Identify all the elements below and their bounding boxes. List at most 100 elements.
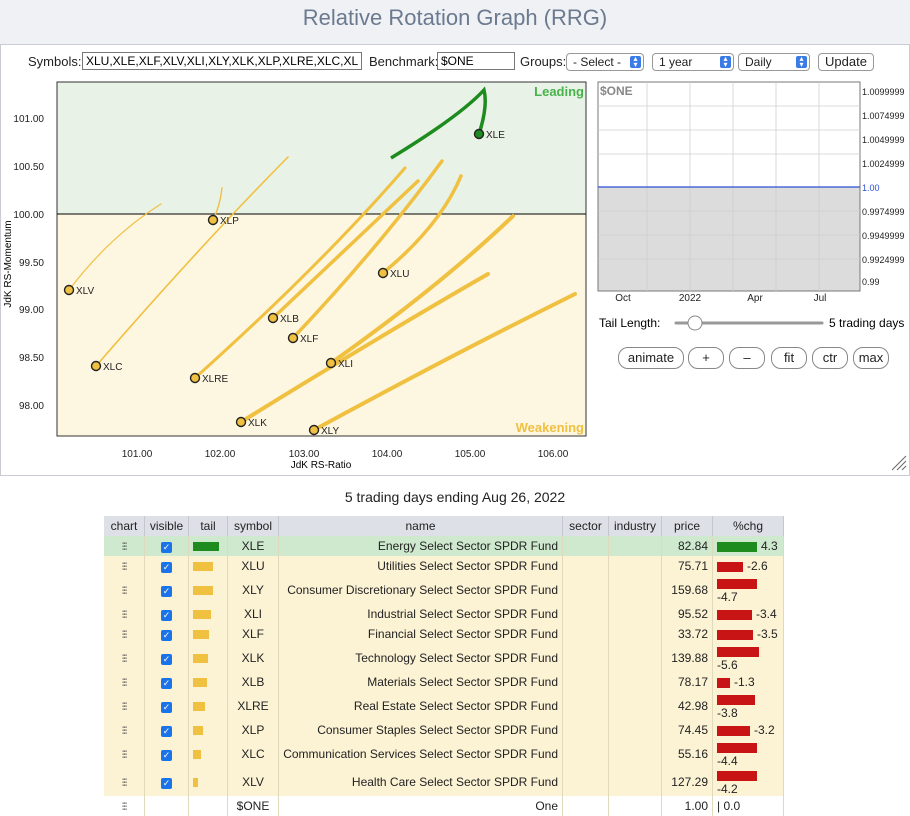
fit-button[interactable]: fit <box>771 347 807 369</box>
visible-checkbox[interactable]: ✓ <box>161 586 172 597</box>
col-chg[interactable]: %chg <box>712 516 784 536</box>
chg-cell: -3.5 <box>712 624 784 644</box>
table-row[interactable]: ⫶⫶⫶ ✓ XLE Energy Select Sector SPDR Fund 82.… <box>104 536 784 556</box>
visible-checkbox[interactable]: ✓ <box>161 726 172 737</box>
chart-icon[interactable]: ⫶⫶⫶ <box>122 542 127 553</box>
table-row[interactable]: ⫶⫶⫶ ✓ XLRE Real Estate Select Sector SPDR F… <box>104 692 784 720</box>
chart-icon[interactable]: ⫶⫶⫶ <box>122 778 127 789</box>
visible-cell[interactable]: ✓ <box>144 692 189 720</box>
symbols-input[interactable] <box>82 52 362 70</box>
visible-checkbox[interactable]: ✓ <box>161 562 172 573</box>
resize-grip-icon[interactable] <box>891 455 907 471</box>
col-sector[interactable]: sector <box>562 516 609 536</box>
marker-xlb[interactable] <box>267 312 279 324</box>
chart-icon[interactable]: ⫶⫶⫶ <box>122 802 127 813</box>
chart-cell[interactable]: ⫶⫶⫶ <box>104 720 145 740</box>
col-name[interactable]: name <box>278 516 563 536</box>
table-row[interactable]: ⫶⫶⫶ ✓ XLP Consumer Staples Select Sector SP… <box>104 720 784 740</box>
chart-icon[interactable]: ⫶⫶⫶ <box>122 562 127 573</box>
visible-checkbox[interactable]: ✓ <box>161 778 172 789</box>
chart-icon[interactable]: ⫶⫶⫶ <box>122 630 127 641</box>
visible-checkbox[interactable]: ✓ <box>161 630 172 641</box>
chart-cell[interactable]: ⫶⫶⫶ <box>104 576 145 604</box>
chart-icon[interactable]: ⫶⫶⫶ <box>122 610 127 621</box>
marker-xly[interactable] <box>308 424 320 436</box>
chart-icon[interactable]: ⫶⫶⫶ <box>122 702 127 713</box>
range-select[interactable]: 1 year ▴ ▾ <box>652 53 734 71</box>
groups-select[interactable]: - Select - ▴ ▾ <box>566 53 644 71</box>
sector-cell <box>562 576 609 604</box>
col-tail[interactable]: tail <box>188 516 228 536</box>
benchmark-row[interactable]: ⫶⫶⫶ $ONE One 1.00 | 0.0 <box>104 796 784 816</box>
col-industry[interactable]: industry <box>608 516 662 536</box>
col-symbol[interactable]: symbol <box>227 516 279 536</box>
marker-xlp[interactable] <box>207 214 219 226</box>
chart-cell[interactable]: ⫶⫶⫶ <box>104 644 145 672</box>
industry-cell <box>608 672 662 692</box>
marker-xlc[interactable] <box>90 360 102 372</box>
x-axis-label: JdK RS-Ratio <box>291 460 352 471</box>
period-select[interactable]: Daily ▴ ▾ <box>738 53 810 71</box>
chart-icon[interactable]: ⫶⫶⫶ <box>122 654 127 665</box>
table-row[interactable]: ⫶⫶⫶ ✓ XLI Industrial Select Sector SPDR Fun… <box>104 604 784 624</box>
chart-cell[interactable]: ⫶⫶⫶ <box>104 624 145 644</box>
chart-cell[interactable]: ⫶⫶⫶ <box>104 768 145 796</box>
col-price[interactable]: price <box>661 516 713 536</box>
marker-xlv[interactable] <box>63 284 75 296</box>
visible-cell[interactable]: ✓ <box>144 536 189 556</box>
chart-cell[interactable]: ⫶⫶⫶ <box>104 740 145 768</box>
zoom-in-button[interactable]: + <box>688 347 724 369</box>
visible-checkbox[interactable]: ✓ <box>161 678 172 689</box>
chart-cell[interactable]: ⫶⫶⫶ <box>104 796 145 816</box>
label-xlp: XLP <box>220 216 239 227</box>
chart-cell[interactable]: ⫶⫶⫶ <box>104 556 145 576</box>
chart-cell[interactable]: ⫶⫶⫶ <box>104 604 145 624</box>
marker-xlk[interactable] <box>235 416 247 428</box>
visible-checkbox[interactable]: ✓ <box>161 610 172 621</box>
visible-cell[interactable]: ✓ <box>144 576 189 604</box>
chart-cell[interactable]: ⫶⫶⫶ <box>104 692 145 720</box>
visible-cell[interactable]: ✓ <box>144 644 189 672</box>
zoom-out-button[interactable]: – <box>729 347 765 369</box>
col-chart[interactable]: chart <box>104 516 145 536</box>
marker-xle[interactable] <box>473 128 485 140</box>
table-row[interactable]: ⫶⫶⫶ ✓ XLB Materials Select Sector SPDR Fund… <box>104 672 784 692</box>
marker-xli[interactable] <box>325 357 337 369</box>
col-visible[interactable]: visible <box>144 516 189 536</box>
symbol-cell: XLY <box>227 576 279 604</box>
table-row[interactable]: ⫶⫶⫶ ✓ XLK Technology Select Sector SPDR Fun… <box>104 644 784 672</box>
table-row[interactable]: ⫶⫶⫶ ✓ XLV Health Care Select Sector SPDR Fu… <box>104 768 784 796</box>
visible-cell[interactable]: ✓ <box>144 624 189 644</box>
animate-button[interactable]: animate <box>618 347 684 369</box>
visible-checkbox[interactable]: ✓ <box>161 542 172 553</box>
table-row[interactable]: ⫶⫶⫶ ✓ XLF Financial Select Sector SPDR Fund… <box>104 624 784 644</box>
chart-icon[interactable]: ⫶⫶⫶ <box>122 678 127 689</box>
visible-checkbox[interactable]: ✓ <box>161 702 172 713</box>
marker-xlf[interactable] <box>287 332 299 344</box>
ctr-button[interactable]: ctr <box>812 347 848 369</box>
visible-cell[interactable]: ✓ <box>144 556 189 576</box>
tail-bar <box>193 610 211 620</box>
table-row[interactable]: ⫶⫶⫶ ✓ XLC Communication Services Select Sec… <box>104 740 784 768</box>
visible-checkbox[interactable]: ✓ <box>161 654 172 665</box>
chart-icon[interactable]: ⫶⫶⫶ <box>122 726 127 737</box>
chart-icon[interactable]: ⫶⫶⫶ <box>122 586 127 597</box>
chart-icon[interactable]: ⫶⫶⫶ <box>122 750 127 761</box>
visible-cell[interactable]: ✓ <box>144 604 189 624</box>
table-row[interactable]: ⫶⫶⫶ ✓ XLU Utilities Select Sector SPDR Fund… <box>104 556 784 576</box>
visible-cell[interactable]: ✓ <box>144 768 189 796</box>
visible-cell[interactable]: ✓ <box>144 740 189 768</box>
tail-slider-handle[interactable] <box>687 315 703 331</box>
chg-cell: -2.6 <box>712 556 784 576</box>
chart-cell[interactable]: ⫶⫶⫶ <box>104 536 145 556</box>
marker-xlre[interactable] <box>189 372 201 384</box>
marker-xlu[interactable] <box>377 267 389 279</box>
visible-checkbox[interactable]: ✓ <box>161 750 172 761</box>
chart-cell[interactable]: ⫶⫶⫶ <box>104 672 145 692</box>
update-button[interactable]: Update <box>818 53 874 71</box>
visible-cell[interactable]: ✓ <box>144 720 189 740</box>
visible-cell[interactable]: ✓ <box>144 672 189 692</box>
benchmark-input[interactable] <box>437 52 515 70</box>
table-row[interactable]: ⫶⫶⫶ ✓ XLY Consumer Discretionary Select Sec… <box>104 576 784 604</box>
max-button[interactable]: max <box>853 347 889 369</box>
